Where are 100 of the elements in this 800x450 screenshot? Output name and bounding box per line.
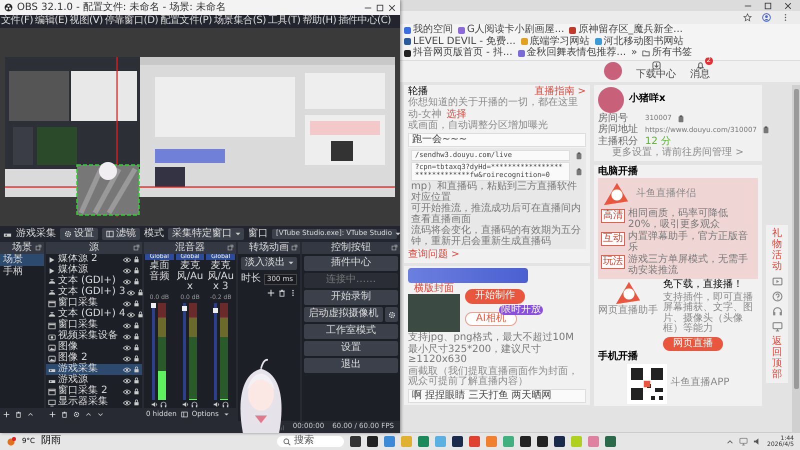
monitor-icon[interactable] [772, 320, 782, 332]
bookmark-link[interactable]: G人阅读卡小剧画屋... [458, 25, 564, 36]
caret-up-icon[interactable] [27, 411, 34, 418]
trash-icon[interactable] [278, 288, 286, 297]
scene-item[interactable]: 手柄 [0, 266, 44, 278]
user-avatar[interactable] [604, 62, 622, 80]
slider-thumb[interactable] [151, 302, 156, 308]
settings-button[interactable]: 设置 [60, 228, 98, 240]
copy-icon[interactable] [575, 168, 583, 176]
lock-icon[interactable] [133, 333, 140, 340]
transition-dropdown[interactable]: 淡入淡出 [241, 257, 297, 270]
caret-up-icon[interactable] [726, 438, 734, 446]
lock-icon[interactable] [133, 366, 140, 373]
app-icon[interactable] [536, 436, 548, 447]
menu-item[interactable]: 编辑(E) [35, 16, 68, 27]
menu-item[interactable]: 场景集合(S) [214, 16, 266, 27]
profile-icon[interactable] [762, 13, 771, 22]
app-icon[interactable] [554, 436, 565, 447]
eye-icon[interactable] [123, 344, 131, 352]
headphone-icon[interactable] [222, 401, 229, 408]
lock-icon[interactable] [137, 311, 144, 318]
source-item[interactable]: 文本 (GDI+) [46, 276, 142, 287]
speaker-icon[interactable] [182, 401, 189, 408]
eye-icon[interactable] [123, 332, 131, 340]
source-item[interactable]: 窗口采集 [46, 320, 142, 331]
lock-icon[interactable] [137, 289, 144, 296]
control-button[interactable]: 设置 [304, 341, 398, 356]
menu-item[interactable]: 插件中心(C) [338, 16, 391, 27]
source-item[interactable]: 图像 2 [46, 353, 142, 364]
trash-icon[interactable] [61, 411, 68, 418]
add-icon[interactable] [3, 411, 10, 418]
speaker-icon[interactable] [151, 401, 158, 408]
web-stream-button[interactable]: 网页直播 [663, 336, 723, 351]
slider-thumb[interactable] [212, 308, 218, 313]
eye-icon[interactable] [123, 278, 131, 286]
copy-icon[interactable] [575, 152, 583, 160]
close-icon[interactable] [784, 2, 792, 10]
start-button[interactable]: 开始制作 [465, 289, 525, 304]
app-icon[interactable] [366, 436, 378, 447]
gear-icon[interactable] [73, 411, 80, 418]
add-icon[interactable] [49, 411, 56, 418]
control-button[interactable]: 退出 [304, 358, 398, 373]
tab[interactable]: 轮播 [408, 86, 428, 97]
scrollbar[interactable] [792, 84, 800, 432]
source-item[interactable]: 窗口采集 [46, 298, 142, 309]
eye-icon[interactable] [123, 376, 131, 384]
lock-icon[interactable] [133, 300, 140, 307]
mode-dropdown[interactable]: 采集特定窗口 [168, 228, 244, 240]
scene-item[interactable]: 场景 [0, 254, 44, 266]
menu-item[interactable]: 视图(V) [70, 16, 103, 27]
eye-icon[interactable] [123, 300, 131, 308]
settings-button[interactable] [385, 307, 398, 322]
app-icon[interactable] [520, 436, 531, 447]
eye-icon[interactable] [123, 398, 131, 406]
bookmark-folder[interactable]: 所有书签 [642, 48, 692, 58]
more-bookmarks-button[interactable]: » [631, 48, 638, 58]
close-icon[interactable] [388, 4, 396, 12]
volume-slider[interactable] [214, 302, 217, 400]
lock-icon[interactable] [133, 256, 140, 263]
tags-field[interactable]: 啊 捏捏眼睛 三天打鱼 两天晒网 [408, 388, 586, 404]
app-icon[interactable] [452, 436, 463, 447]
side-tool-link[interactable]: 礼物活动 [772, 228, 782, 272]
title-field[interactable]: 跑一会~~~ [408, 132, 586, 147]
source-item[interactable]: 视频采集设备 [46, 331, 142, 342]
maximize-icon[interactable] [376, 4, 384, 12]
lock-icon[interactable] [133, 388, 140, 395]
trash-icon[interactable] [15, 411, 22, 418]
back-to-top-link[interactable]: 返回顶部 [772, 336, 782, 380]
lock-icon[interactable] [133, 399, 140, 406]
banner-picture[interactable] [408, 268, 528, 283]
help-icon[interactable] [772, 290, 782, 302]
bookmark-link[interactable]: 金秋回舞表情包推荐... [518, 48, 626, 58]
volume-slider[interactable] [183, 302, 186, 400]
eye-icon[interactable] [123, 256, 131, 264]
control-button[interactable]: 工作室模式 [304, 324, 398, 339]
maximize-icon[interactable] [764, 2, 772, 10]
control-button[interactable]: 开始录制 [304, 290, 398, 305]
volume-slider[interactable] [152, 302, 156, 400]
menu-item[interactable]: 文件(F) [1, 16, 34, 27]
bookmark-link[interactable]: LEVEL DEVIL - 免费... [404, 36, 516, 47]
help-link[interactable]: 查询问题 > [408, 250, 586, 261]
lock-icon[interactable] [133, 355, 140, 362]
source-item[interactable]: 图像 [46, 342, 142, 353]
search-field[interactable]: 搜索 [276, 436, 344, 447]
filter-icon[interactable] [180, 411, 188, 418]
copy-icon[interactable] [676, 114, 685, 123]
copy-icon[interactable] [762, 126, 770, 134]
speaker-icon[interactable] [212, 401, 220, 408]
menu-item[interactable]: 停靠窗口(D) [104, 16, 158, 27]
bookmark-star-icon[interactable] [743, 13, 752, 22]
headphone-icon[interactable] [191, 401, 198, 408]
network-icon[interactable] [739, 437, 748, 446]
eye-icon[interactable] [123, 266, 131, 274]
source-item[interactable]: 文本 (GDI+) 3 [46, 287, 142, 298]
source-item[interactable]: 游戏源 [46, 375, 142, 386]
lock-icon[interactable] [133, 344, 140, 351]
bookmark-link[interactable]: 原神留存区_魔兵新全... [569, 25, 683, 36]
eye-icon[interactable] [123, 322, 131, 330]
menu-item[interactable]: 帮助(H) [302, 16, 336, 27]
eye-icon[interactable] [123, 366, 131, 374]
